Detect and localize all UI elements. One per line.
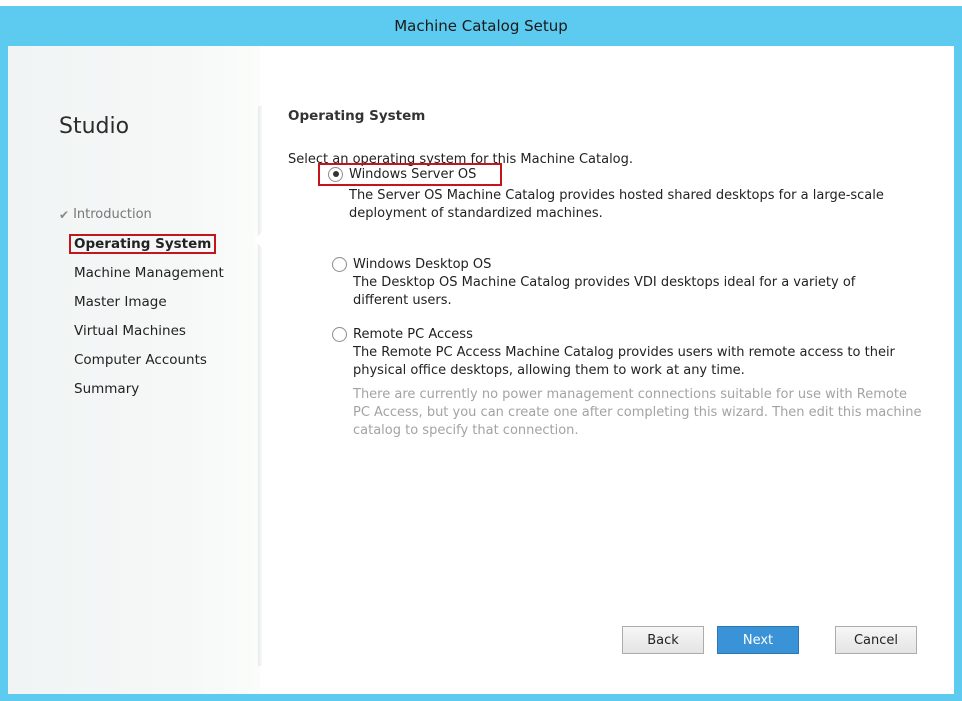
step-list: ✔ Introduction Operating System Machine … [59, 200, 259, 403]
option-remote-pc-access: Remote PC Access The Remote PC Access Ma… [332, 324, 922, 380]
step-label: Virtual Machines [74, 322, 186, 339]
step-operating-system[interactable]: Operating System [59, 229, 259, 258]
step-label: Introduction [73, 207, 152, 222]
title-bar: Machine Catalog Setup [0, 6, 962, 46]
main-content: Operating System Select an operating sys… [288, 108, 928, 167]
step-summary: Summary [59, 374, 259, 403]
step-label: Machine Management [74, 264, 224, 281]
current-step-pointer [254, 230, 264, 250]
wizard-sidebar: Studio ✔ Introduction Operating System M… [8, 46, 260, 694]
wizard-body: Studio ✔ Introduction Operating System M… [8, 46, 954, 694]
step-master-image: Master Image [59, 287, 259, 316]
step-virtual-machines: Virtual Machines [59, 316, 259, 345]
step-label: Operating System [69, 233, 217, 254]
step-label: Master Image [74, 293, 167, 310]
power-management-note: There are currently no power management … [353, 387, 922, 438]
window-title: Machine Catalog Setup [394, 17, 568, 35]
cancel-button[interactable]: Cancel [835, 626, 917, 654]
selected-option-highlight: Windows Server OS [318, 162, 503, 186]
option-label[interactable]: Windows Server OS [349, 167, 476, 182]
option-windows-desktop-os: Windows Desktop OS The Desktop OS Machin… [332, 254, 922, 310]
step-label: Summary [74, 380, 140, 397]
option-windows-server-os: Windows Server OS The Server OS Machine … [318, 162, 918, 223]
next-button[interactable]: Next [717, 626, 799, 654]
radio-windows-desktop-os[interactable] [332, 256, 347, 272]
radio-windows-server-os[interactable] [328, 166, 343, 182]
wizard-window: Machine Catalog Setup Studio ✔ Introduct… [0, 0, 962, 701]
checkmark-icon: ✔ [59, 207, 70, 222]
step-computer-accounts: Computer Accounts [59, 345, 259, 374]
option-label[interactable]: Windows Desktop OS [353, 257, 491, 272]
option-description: The Desktop OS Machine Catalog provides … [353, 275, 856, 308]
page-heading: Operating System [288, 108, 426, 124]
option-label[interactable]: Remote PC Access [353, 327, 473, 342]
back-button[interactable]: Back [622, 626, 704, 654]
studio-brand: Studio [59, 114, 130, 139]
radio-remote-pc-access[interactable] [332, 326, 347, 342]
step-machine-management: Machine Management [59, 258, 259, 287]
sidebar-divider [258, 106, 262, 666]
option-description: The Server OS Machine Catalog provides h… [349, 188, 884, 221]
option-description: The Remote PC Access Machine Catalog pro… [353, 345, 895, 378]
step-label: Computer Accounts [74, 351, 207, 368]
step-introduction[interactable]: ✔ Introduction [59, 200, 259, 229]
